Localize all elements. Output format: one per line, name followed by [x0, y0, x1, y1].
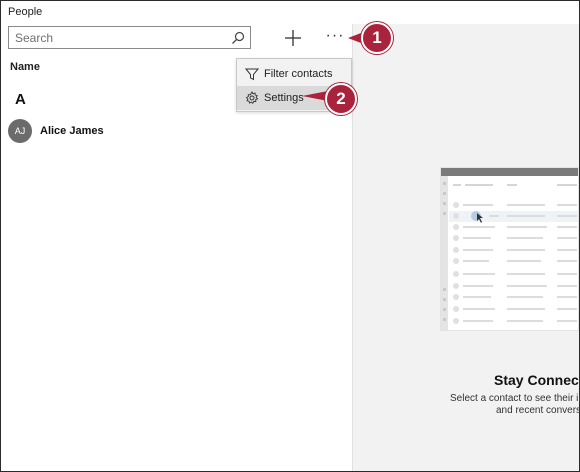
- illustration-graphic: [441, 168, 578, 330]
- menu-item-label: Filter contacts: [264, 68, 333, 80]
- name-column-header[interactable]: Name: [10, 61, 40, 73]
- add-contact-button[interactable]: [282, 27, 304, 49]
- more-options-button[interactable]: ···: [324, 28, 346, 48]
- contact-row[interactable]: AJ Alice James: [8, 119, 338, 145]
- empty-state-text-line-1: Select a contact to see their inf: [450, 393, 580, 404]
- avatar: AJ: [8, 119, 32, 143]
- search-box[interactable]: [8, 26, 251, 49]
- app-title: People: [8, 6, 43, 18]
- group-letter[interactable]: A: [15, 91, 26, 108]
- callout-2-number: 2: [325, 83, 357, 115]
- empty-state-title: Stay Connec: [494, 372, 579, 388]
- callout-1-number: 1: [361, 22, 393, 54]
- contacts-illustration: [440, 167, 579, 331]
- search-icon[interactable]: [231, 31, 245, 45]
- search-input[interactable]: [15, 29, 225, 46]
- contact-name: Alice James: [40, 125, 104, 137]
- menu-item-label: Settings: [264, 92, 304, 104]
- menu-item-filter-contacts[interactable]: Filter contacts: [237, 62, 351, 86]
- gear-icon: [245, 91, 259, 105]
- empty-state-text-line-2: and recent conversa: [496, 405, 580, 416]
- filter-icon: [245, 68, 259, 81]
